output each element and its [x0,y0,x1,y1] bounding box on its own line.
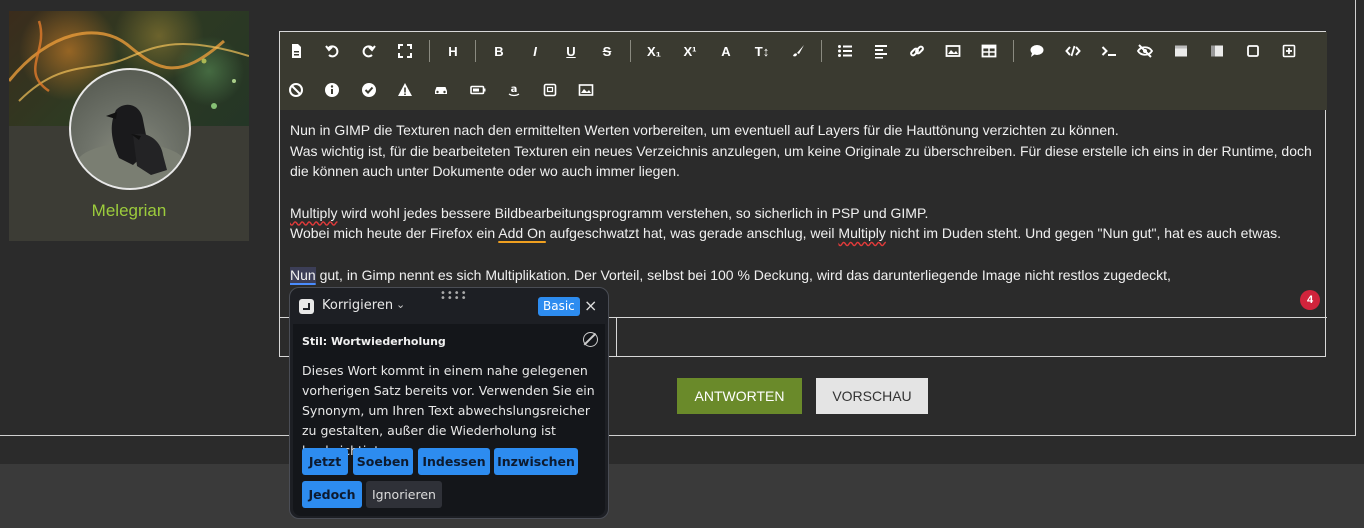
correction-popup: Korrigieren ⌄ •••• •••• Basic × Stil: Wor… [289,287,609,519]
spelling-mark[interactable]: Multiply [838,225,885,241]
terminal-icon[interactable] [1097,39,1121,63]
text-line: Wobei mich heute der Firefox ein [290,225,499,241]
window-icon[interactable] [1169,39,1193,63]
username[interactable]: Melegrian [9,201,249,221]
image-icon[interactable] [941,39,965,63]
avatar[interactable] [69,68,191,190]
paint-brush-icon[interactable] [786,39,810,63]
text-line: Nun in GIMP die Texturen nach den ermitt… [290,122,1119,138]
toolbar-separator [630,40,631,62]
plan-badge[interactable]: Basic [538,297,580,316]
amazon-icon[interactable]: a [502,78,526,102]
heading-icon[interactable]: H [441,39,465,63]
picture-icon[interactable] [574,78,598,102]
suggestion-button[interactable]: Jedoch [302,481,362,508]
paragraph: Nun in GIMP die Texturen nach den ermitt… [290,120,1320,182]
frame-border-bottom [0,435,1356,436]
svg-text:a: a [511,84,518,95]
languagetool-logo-icon [299,299,314,314]
warning-icon[interactable] [393,78,417,102]
font-size-icon[interactable]: T↕ [750,39,774,63]
popup-body: Stil: Wortwiederholung Dieses Wort kommt… [293,324,605,516]
list-icon[interactable] [833,39,857,63]
ignore-button[interactable]: Ignorieren [366,481,442,508]
file-icon[interactable] [284,39,308,63]
frame-border [1355,0,1356,436]
toolbar-separator [429,40,430,62]
strikethrough-icon[interactable]: S [595,39,619,63]
toolbar-separator [475,40,476,62]
square-icon[interactable] [1241,39,1265,63]
italic-icon[interactable]: I [523,39,547,63]
superscript-icon[interactable]: X¹ [678,39,702,63]
text-line: nicht im Duden steht. Und gegen "Nun gut… [885,225,1282,241]
popup-title[interactable]: Korrigieren [322,298,393,313]
text-line: wird wohl jedes bessere Bildbearbeitungs… [337,204,929,221]
suggestion-button[interactable]: Inzwischen [494,448,578,475]
footer-band [0,464,1364,528]
preview-button[interactable]: VORSCHAU [816,378,928,414]
toolbar-separator [1013,40,1014,62]
subscript-icon[interactable]: X₁ [642,39,666,63]
fullscreen-icon[interactable] [393,39,417,63]
suggestion-button[interactable]: Soeben [353,448,413,475]
suggestion-button[interactable]: Jetzt [302,448,348,475]
underline-icon[interactable]: U [559,39,583,63]
style-mark[interactable]: Add On [498,225,545,241]
editor-toolbar: H B I U S X₁ X¹ A T↕ a [280,32,1327,110]
align-left-icon[interactable] [869,39,893,63]
ban-icon[interactable] [284,78,308,102]
info-icon[interactable] [320,78,344,102]
plus-square-icon[interactable] [1277,39,1301,63]
rule-message: Dieses Wort kommt in einem nahe gelegene… [302,363,595,458]
text-line: gut, in Gimp nennt es sich Multiplikatio… [315,266,1171,283]
repetition-mark[interactable]: Nun [290,266,316,283]
divider [616,317,617,357]
issue-count-badge[interactable]: 4 [1300,290,1320,310]
spelling-mark[interactable]: Multiply [290,205,337,221]
paragraph: Multiply wird wohl jedes bessere Bildbea… [290,203,1320,244]
undo-icon[interactable] [320,39,344,63]
bold-icon[interactable]: B [487,39,511,63]
sticky-note-icon[interactable] [538,78,562,102]
link-icon[interactable] [905,39,929,63]
code-icon[interactable] [1061,39,1085,63]
table-icon[interactable] [977,39,1001,63]
editor-content[interactable]: Nun in GIMP die Texturen nach den ermitt… [290,120,1320,285]
car-icon[interactable] [429,78,453,102]
columns-icon[interactable] [1205,39,1229,63]
redo-icon[interactable] [357,39,381,63]
paragraph: Nun gut, in Gimp nennt es sich Multiplik… [290,265,1320,286]
answer-button[interactable]: ANTWORTEN [677,378,802,414]
crow-image [76,104,186,187]
rule-title: Stil: Wortwiederholung [302,335,446,348]
popup-header: Korrigieren ⌄ •••• •••• Basic × [290,288,608,324]
comment-icon[interactable] [1025,39,1049,63]
text-line: Was wichtig ist, für die bearbeiteten Te… [290,142,1312,180]
drag-handle-icon[interactable]: •••• •••• [440,289,468,304]
battery-icon[interactable] [466,78,490,102]
eye-slash-icon[interactable] [1133,39,1157,63]
user-card: Melegrian [9,11,249,241]
suggestion-button[interactable]: Indessen [418,448,490,475]
font-icon[interactable]: A [714,39,738,63]
toolbar-separator [821,40,822,62]
close-icon[interactable]: × [584,296,597,315]
chevron-down-icon[interactable]: ⌄ [396,298,405,311]
disable-rule-icon[interactable] [583,332,598,347]
check-circle-icon[interactable] [357,78,381,102]
text-line: aufgeschwatzt hat, was gerade anschlug, … [545,225,839,241]
